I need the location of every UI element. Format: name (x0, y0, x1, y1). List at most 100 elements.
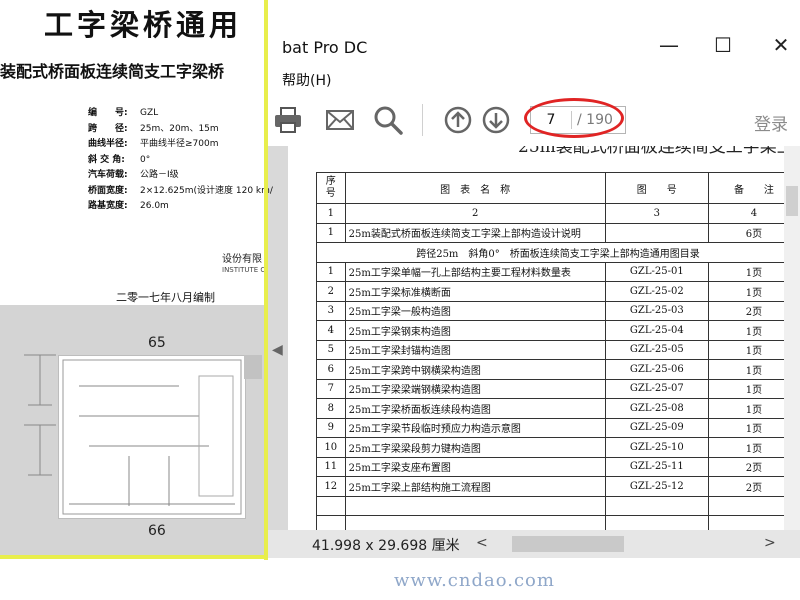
table-cell: GZL-25-04 (604, 320, 709, 341)
spec-value: GZL (140, 108, 159, 118)
company-name-fragment: 设份有限 (222, 254, 262, 265)
spec-row: 曲线半径: 平曲线半径≥700m (88, 136, 273, 152)
previous-page-button[interactable] (442, 104, 474, 136)
table-row-empty (316, 495, 784, 516)
spec-row: 汽车荷载: 公路－Ⅰ级 (88, 167, 273, 183)
table-body: 1 25m工字梁单幅一孔上部结构主要工程材料数量表 GZL-25-01 1页 2 25m工… (316, 261, 784, 497)
scroll-left-arrow[interactable]: < (476, 535, 488, 551)
table-cell: GZL-25-01 (604, 261, 709, 282)
table-cell: GZL-25-06 (604, 359, 709, 380)
vertical-scrollbar[interactable] (784, 146, 800, 530)
cover-sub-title: 装配式桥面板连续简支工字梁桥 (0, 62, 225, 81)
table-cell: 1 (316, 203, 346, 224)
spec-row: 跨 径: 25m、20m、15m (88, 121, 273, 137)
page-thumbnail[interactable] (58, 355, 246, 519)
spec-row: 桥面宽度: 2×12.625m(设计速度 120 km/ (88, 183, 273, 199)
table-cell: GZL-25-12 (604, 476, 709, 497)
table-cell: 6 (316, 359, 346, 380)
spec-value: 平曲线半径≥700m (140, 139, 219, 149)
table-cell: 1页 (707, 398, 784, 419)
arrow-down-circle-icon (482, 106, 510, 134)
highlight-ellipse (524, 98, 624, 138)
table-section-row: 跨径25m 斜角0° 桥面板连续简支工字梁上部构造通用图目录 (316, 242, 784, 263)
spec-label: 斜 交 角: (88, 154, 125, 165)
spec-value: 0° (140, 154, 151, 165)
frame-strip (0, 555, 264, 559)
table-row: 8 25m工字梁桥面板连续段构造图 GZL-25-08 1页 (316, 398, 784, 419)
table-cell: GZL-25-11 (604, 456, 709, 477)
spec-value: 公路－Ⅰ级 (140, 170, 179, 180)
table-cell: 1页 (707, 359, 784, 380)
table-cell: 7 (316, 378, 346, 399)
toolbar: 7 / 190 登录 (262, 94, 800, 147)
table-cell: 1 (316, 222, 346, 243)
table-header-row: 序 号 图 表 名 称 图 号 备 注 (316, 172, 784, 204)
table-numbering-row: 1 2 3 4 (316, 203, 784, 224)
next-page-button[interactable] (480, 104, 512, 136)
thumbnail-scroll-thumb[interactable] (244, 355, 262, 379)
minimize-button[interactable]: — (646, 28, 692, 62)
maximize-icon: ☐ (714, 33, 732, 57)
table-row: 5 25m工字梁封锚构造图 GZL-25-05 1页 (316, 339, 784, 360)
horizontal-scroll-thumb[interactable] (512, 536, 624, 552)
table-cell: 25m工字梁梁段剪力键构造图 (344, 437, 606, 458)
mail-icon (326, 110, 354, 130)
app-title: bat Pro DC (282, 38, 368, 57)
table-cell: 25m工字梁支座布置图 (344, 456, 606, 477)
table-cell: 4 (316, 320, 346, 341)
spec-label: 跨 径: (88, 123, 128, 134)
table-section-cell: 跨径25m 斜角0° 桥面板连续简支工字梁上部构造通用图目录 (316, 242, 784, 263)
table-cell: 25m工字梁一般构造图 (344, 300, 606, 321)
minimize-icon: — (659, 33, 679, 57)
table-cell: 25m工字梁封锚构造图 (344, 339, 606, 360)
table-cell: 2 (316, 281, 346, 302)
scroll-right-arrow[interactable]: > (764, 535, 776, 551)
spec-row: 路基宽度: 26.0m (88, 198, 273, 214)
login-link[interactable]: 登录 (754, 110, 788, 135)
page-size-readout: 41.998 x 29.698 厘米 (312, 538, 460, 554)
thumbnail-page-label: 65 (148, 335, 166, 351)
vertical-scroll-thumb[interactable] (786, 186, 798, 216)
table-cell: 3 (604, 203, 709, 224)
search-button[interactable] (372, 104, 404, 136)
table-cell: 25m工字梁跨中钢横梁构造图 (344, 359, 606, 380)
table-cell: 1页 (707, 320, 784, 341)
email-button[interactable] (324, 104, 356, 136)
table-row: 10 25m工字梁梁段剪力键构造图 GZL-25-10 1页 (316, 437, 784, 458)
table-row: 1 25m装配式桥面板连续简支工字梁上部构造设计说明 6页 (316, 222, 784, 243)
close-button[interactable]: ✕ (758, 28, 800, 62)
table-cell: 1页 (707, 378, 784, 399)
magnifier-icon (374, 106, 403, 135)
header-seq: 序 号 (316, 172, 346, 204)
table-cell: 6页 (707, 222, 784, 243)
table-cell: 25m装配式桥面板连续简支工字梁上部构造设计说明 (344, 222, 606, 243)
acrobat-window: bat Pro DC — ☐ ✕ 帮助(H) 7 / 190 登录 ◀ 25m装… (262, 0, 800, 600)
table-cell: 1页 (707, 281, 784, 302)
title-bar: bat Pro DC — ☐ ✕ (262, 0, 800, 62)
watermark: www.cndao.com (394, 570, 555, 591)
table-cell: 1页 (707, 437, 784, 458)
spec-value: 25m、20m、15m (140, 123, 219, 134)
table-cell: 8 (316, 398, 346, 419)
spec-label: 路基宽度: (88, 201, 128, 211)
table-cell: 10 (316, 437, 346, 458)
expand-pane-icon[interactable]: ◀ (272, 342, 283, 358)
toolbar-divider (422, 104, 423, 136)
menu-help[interactable]: 帮助(H) (282, 70, 331, 90)
institute-name-fragment: INSTITUTE C (222, 266, 266, 274)
print-button[interactable] (272, 104, 304, 136)
maximize-button[interactable]: ☐ (700, 28, 746, 62)
spec-row: 编 号: GZL (88, 105, 273, 121)
spec-label: 桥面宽度: (88, 185, 128, 196)
table-cell: 25m工字梁梁端钢横梁构造图 (344, 378, 606, 399)
status-bar: 41.998 x 29.698 厘米 < > (262, 530, 800, 558)
spec-list: 编 号: GZL 跨 径: 25m、20m、15m 曲线半径: 平曲线半径≥700m 斜 交… (88, 105, 273, 214)
table-row: 12 25m工字梁上部结构施工流程图 GZL-25-12 2页 (316, 476, 784, 497)
table-cell: 2页 (707, 476, 784, 497)
document-page: 25m装配式桥面板连续简支工字梁上部构造通用图目录 序 号 图 表 名 称 图 … (288, 146, 784, 530)
spec-row: 斜 交 角: 0° (88, 152, 273, 168)
table-row: 11 25m工字梁支座布置图 GZL-25-11 2页 (316, 456, 784, 477)
table-cell: GZL-25-07 (604, 378, 709, 399)
table-row: 1 25m工字梁单幅一孔上部结构主要工程材料数量表 GZL-25-01 1页 (316, 261, 784, 282)
header-note: 备 注 (707, 172, 784, 204)
